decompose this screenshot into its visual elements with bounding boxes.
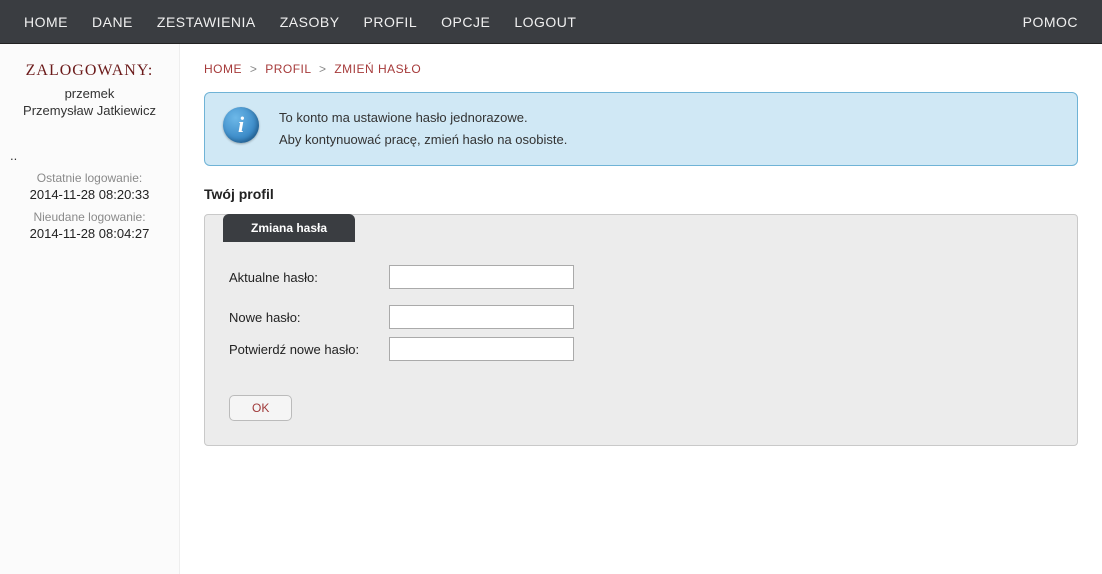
info-line-2: Aby kontynuować pracę, zmień hasło na os… bbox=[279, 129, 567, 151]
sidebar-fullname: Przemysław Jatkiewicz bbox=[6, 103, 173, 118]
info-box: i To konto ma ustawione hasło jednorazow… bbox=[204, 92, 1078, 166]
last-login-label: Ostatnie logowanie: bbox=[6, 171, 173, 185]
change-password-panel: Zmiana hasła Aktualne hasło: Nowe hasło:… bbox=[204, 214, 1078, 446]
nav-zasoby[interactable]: ZASOBY bbox=[268, 14, 352, 30]
sidebar-username: przemek bbox=[6, 86, 173, 101]
ok-button[interactable]: OK bbox=[229, 395, 292, 421]
failed-login-value: 2014-11-28 08:04:27 bbox=[6, 226, 173, 241]
nav-opcje[interactable]: OPCJE bbox=[429, 14, 502, 30]
sidebar: ZALOGOWANY: przemek Przemysław Jatkiewic… bbox=[0, 44, 180, 574]
last-login-value: 2014-11-28 08:20:33 bbox=[6, 187, 173, 202]
nav-zestawienia[interactable]: ZESTAWIENIA bbox=[145, 14, 268, 30]
breadcrumb-profil[interactable]: PROFIL bbox=[265, 62, 311, 76]
sidebar-dots: .. bbox=[6, 148, 173, 163]
top-nav-right: POMOC bbox=[1011, 14, 1090, 30]
nav-profil[interactable]: PROFIL bbox=[352, 14, 430, 30]
breadcrumb: HOME > PROFIL > ZMIEŃ HASŁO bbox=[204, 62, 1078, 76]
input-new-password[interactable] bbox=[389, 305, 574, 329]
main-content: HOME > PROFIL > ZMIEŃ HASŁO i To konto m… bbox=[180, 44, 1102, 574]
label-confirm-password: Potwierdź nowe hasło: bbox=[229, 342, 389, 357]
nav-home[interactable]: HOME bbox=[12, 14, 80, 30]
layout: ZALOGOWANY: przemek Przemysław Jatkiewic… bbox=[0, 44, 1102, 574]
nav-logout[interactable]: LOGOUT bbox=[502, 14, 588, 30]
panel-title: Zmiana hasła bbox=[223, 214, 355, 242]
breadcrumb-sep: > bbox=[319, 62, 327, 76]
row-confirm-password: Potwierdź nowe hasło: bbox=[229, 337, 1053, 361]
sidebar-title: ZALOGOWANY: bbox=[6, 62, 173, 80]
info-icon: i bbox=[223, 107, 259, 143]
top-nav-left: HOME DANE ZESTAWIENIA ZASOBY PROFIL OPCJ… bbox=[12, 14, 588, 30]
nav-dane[interactable]: DANE bbox=[80, 14, 145, 30]
profile-heading: Twój profil bbox=[204, 186, 1078, 202]
input-confirm-password[interactable] bbox=[389, 337, 574, 361]
breadcrumb-sep: > bbox=[250, 62, 258, 76]
failed-login-label: Nieudane logowanie: bbox=[6, 210, 173, 224]
label-new-password: Nowe hasło: bbox=[229, 310, 389, 325]
row-new-password: Nowe hasło: bbox=[229, 305, 1053, 329]
breadcrumb-current: ZMIEŃ HASŁO bbox=[334, 62, 421, 76]
info-text: To konto ma ustawione hasło jednorazowe.… bbox=[279, 107, 567, 151]
label-current-password: Aktualne hasło: bbox=[229, 270, 389, 285]
row-current-password: Aktualne hasło: bbox=[229, 265, 1053, 289]
input-current-password[interactable] bbox=[389, 265, 574, 289]
nav-pomoc[interactable]: POMOC bbox=[1011, 14, 1090, 30]
info-line-1: To konto ma ustawione hasło jednorazowe. bbox=[279, 107, 567, 129]
top-nav: HOME DANE ZESTAWIENIA ZASOBY PROFIL OPCJ… bbox=[0, 0, 1102, 44]
breadcrumb-home[interactable]: HOME bbox=[204, 62, 242, 76]
